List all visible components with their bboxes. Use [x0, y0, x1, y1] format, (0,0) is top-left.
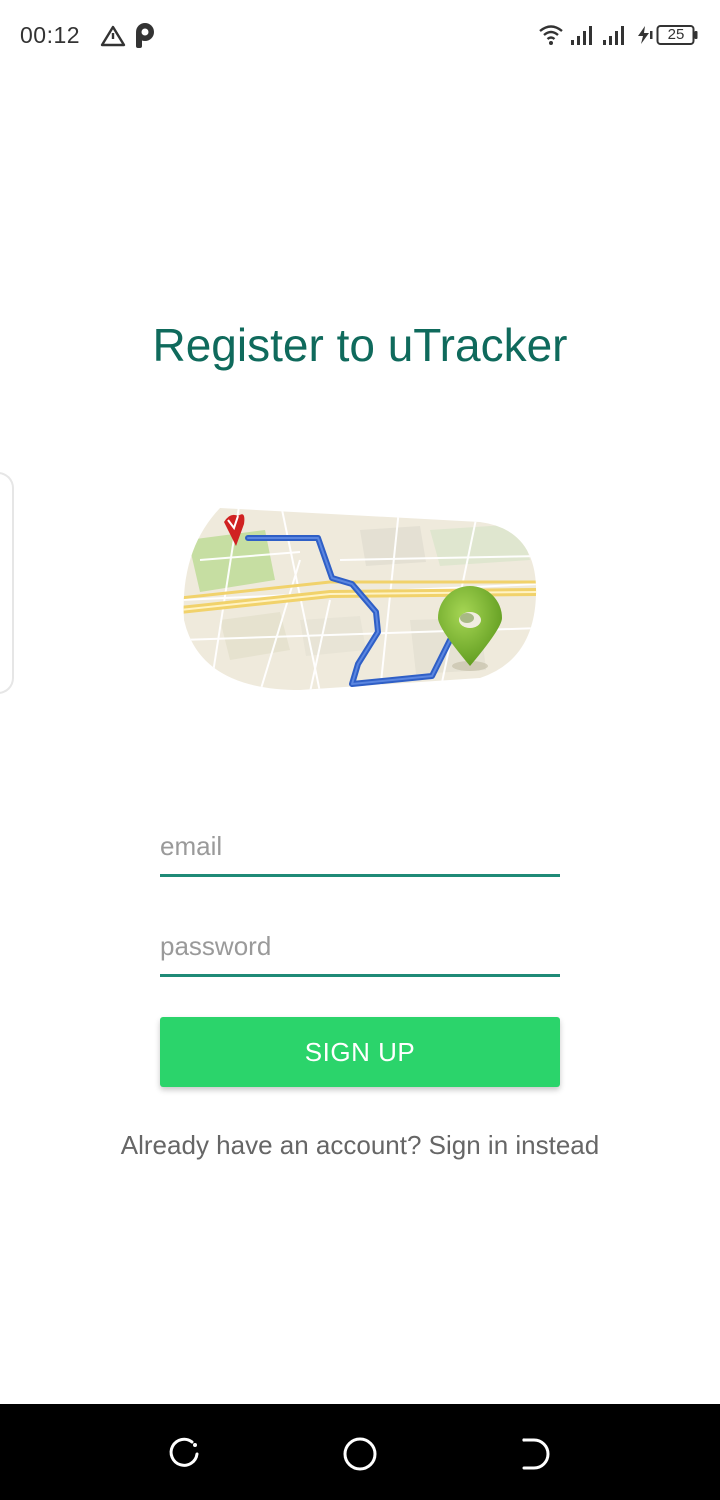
signal-2-icon	[603, 26, 624, 45]
wifi-icon	[539, 25, 563, 45]
back-icon[interactable]	[516, 1434, 556, 1474]
status-time: 00:12	[20, 22, 81, 48]
signal-1-icon	[571, 26, 592, 45]
battery-level: 25	[667, 26, 685, 43]
status-bar: 00:12 25	[0, 0, 720, 72]
password-field-wrapper	[160, 918, 560, 978]
password-field[interactable]	[160, 918, 560, 974]
signup-button[interactable]: SIGN UP	[160, 1017, 560, 1087]
navigation-bar	[0, 1404, 720, 1500]
status-system-icons: 25	[538, 22, 702, 50]
recent-apps-icon[interactable]	[164, 1434, 204, 1474]
map-route-icon	[183, 508, 537, 690]
home-icon[interactable]	[340, 1434, 380, 1474]
alert-triangle-icon	[100, 25, 126, 47]
signin-instead-link[interactable]: Already have an account? Sign in instead	[0, 1130, 720, 1161]
edge-panel-handle[interactable]	[0, 472, 14, 694]
password-field-underline	[160, 974, 560, 977]
email-field[interactable]	[160, 818, 560, 874]
register-screen: 00:12 25 Register to uTracker email SIGN…	[0, 0, 720, 1500]
charging-icon	[638, 26, 653, 44]
email-field-underline	[160, 874, 560, 877]
email-field-wrapper	[160, 818, 560, 878]
page-title: Register to uTracker	[152, 319, 568, 371]
parking-app-icon	[136, 23, 154, 48]
